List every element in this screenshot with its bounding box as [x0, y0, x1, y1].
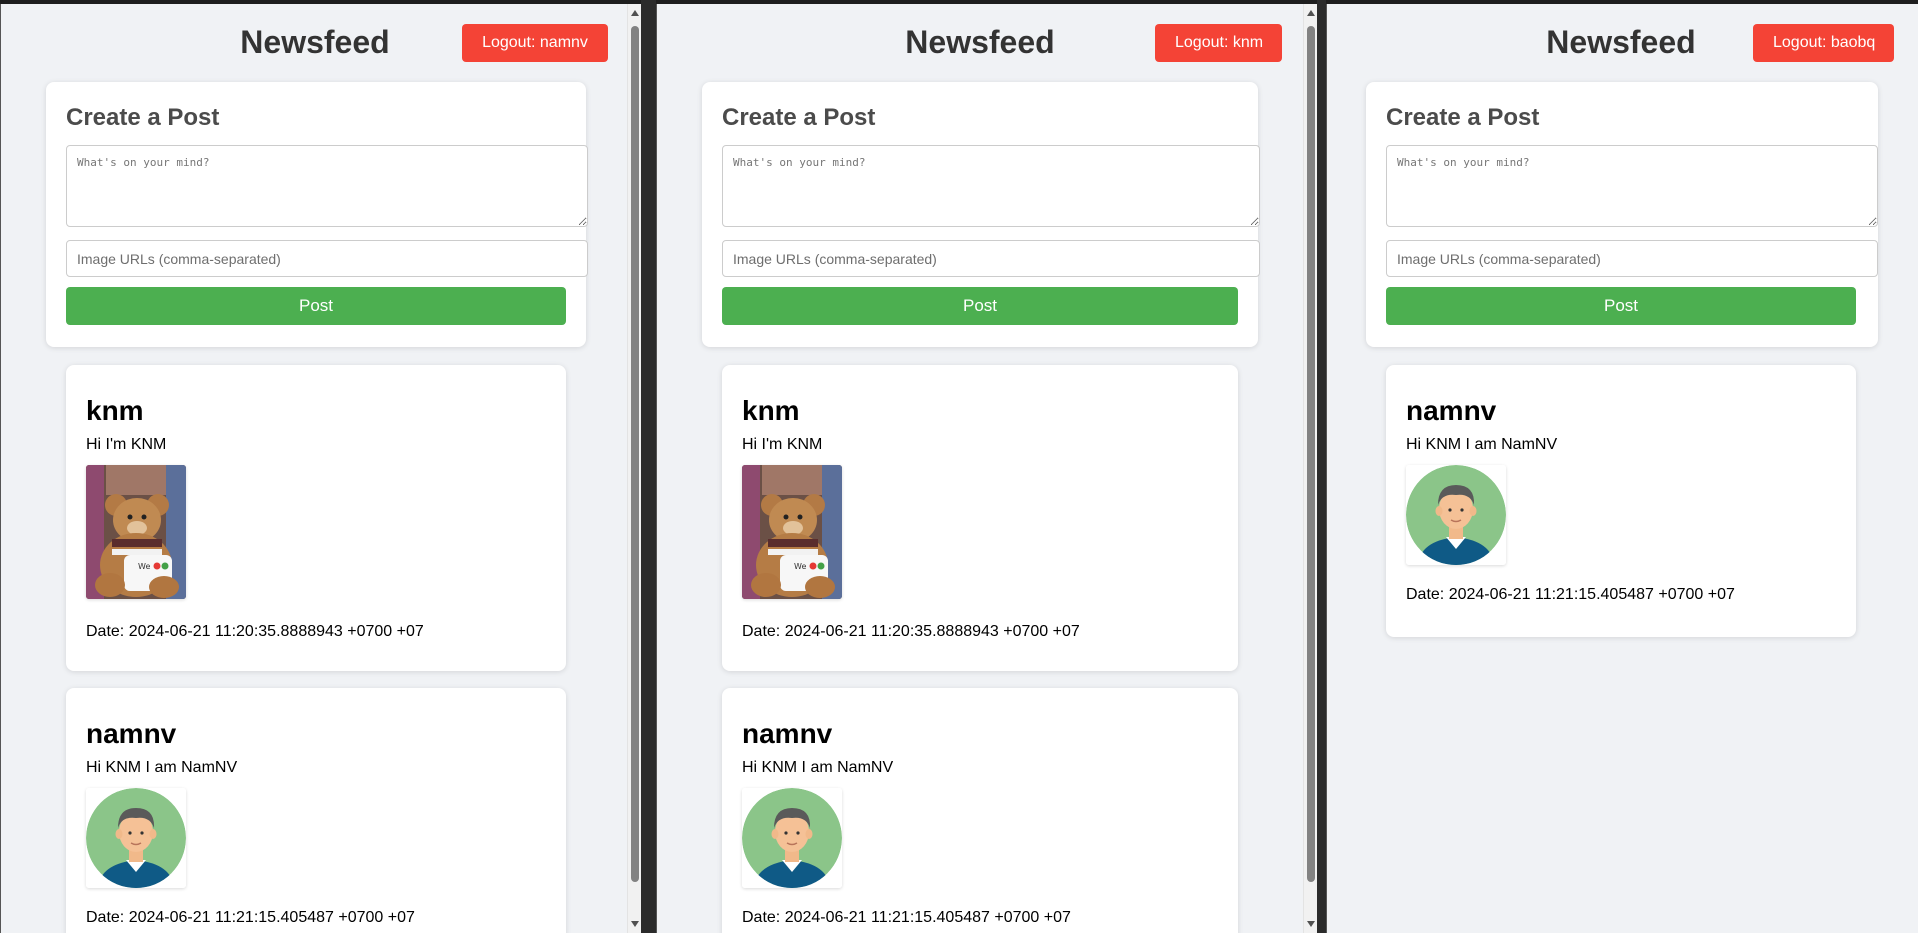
- user-avatar-image: [86, 788, 186, 888]
- logout-button[interactable]: Logout: baobq: [1753, 24, 1894, 62]
- user-avatar-image: [742, 788, 842, 888]
- svg-text:We: We: [794, 562, 806, 571]
- post-button[interactable]: Post: [1386, 287, 1856, 325]
- teddy-bear-image: We: [86, 465, 186, 599]
- scroll-thumb[interactable]: [631, 26, 639, 882]
- scroll-thumb[interactable]: [1307, 26, 1315, 882]
- post-date: Date: 2024-06-21 11:21:15.405487 +0700 +…: [742, 909, 1071, 926]
- post-button[interactable]: Post: [722, 287, 1238, 325]
- post-content-textarea[interactable]: [722, 145, 1260, 227]
- post-button[interactable]: Post: [66, 287, 566, 325]
- scroll-down-arrow-icon[interactable]: [631, 921, 639, 927]
- post-content: Hi KNM I am NamNV: [1406, 436, 1558, 453]
- post-author: namnv: [1406, 395, 1497, 426]
- image-urls-input[interactable]: [1386, 240, 1878, 277]
- post-card: namnv Hi KNM I am NamNV Date: 2024-06-21…: [66, 688, 566, 933]
- create-post-heading: Create a Post: [722, 104, 876, 131]
- create-post-card: Create a Post Post: [1366, 82, 1878, 347]
- post-author: namnv: [742, 718, 833, 749]
- post-author: knm: [86, 395, 144, 426]
- image-urls-input[interactable]: [66, 240, 588, 277]
- svg-text:We: We: [138, 562, 150, 571]
- post-card: knm Hi I'm KNM We Date: 2024-06-21 11:20…: [722, 365, 1238, 671]
- post-content: Hi I'm KNM: [742, 436, 823, 453]
- page-title: Newsfeed: [1546, 24, 1696, 60]
- logout-button[interactable]: Logout: knm: [1155, 24, 1282, 62]
- browser-pane-2: Newsfeed Logout: knm Create a Post Post …: [656, 4, 1318, 933]
- page-title: Newsfeed: [240, 24, 390, 60]
- pane-divider: [1317, 0, 1326, 933]
- post-card: namnv Hi KNM I am NamNV Date: 2024-06-21…: [722, 688, 1238, 933]
- post-author: namnv: [86, 718, 177, 749]
- user-avatar-image: [1406, 465, 1506, 565]
- logout-button[interactable]: Logout: namnv: [462, 24, 608, 62]
- browser-pane-3: Newsfeed Logout: baobq Create a Post Pos…: [1326, 4, 1918, 933]
- image-urls-input[interactable]: [722, 240, 1260, 277]
- create-post-card: Create a Post Post: [46, 82, 588, 347]
- header: Newsfeed Logout: namnv: [1, 4, 642, 82]
- post-date: Date: 2024-06-21 11:20:35.8888943 +0700 …: [86, 623, 424, 640]
- post-date: Date: 2024-06-21 11:20:35.8888943 +0700 …: [742, 623, 1080, 640]
- post-author: knm: [742, 395, 800, 426]
- teddy-bear-image: We: [742, 465, 842, 599]
- scroll-up-arrow-icon[interactable]: [1307, 10, 1315, 16]
- page-title: Newsfeed: [905, 24, 1055, 60]
- pane-divider: [641, 0, 656, 933]
- create-post-heading: Create a Post: [1386, 104, 1540, 131]
- post-card: namnv Hi KNM I am NamNV Date: 2024-06-21…: [1386, 365, 1856, 637]
- post-content: Hi I'm KNM: [86, 436, 167, 453]
- header: Newsfeed Logout: knm: [657, 4, 1318, 82]
- post-content: Hi KNM I am NamNV: [742, 759, 894, 776]
- create-post-card: Create a Post Post: [702, 82, 1260, 347]
- header: Newsfeed Logout: baobq: [1327, 4, 1918, 82]
- scroll-down-arrow-icon[interactable]: [1307, 921, 1315, 927]
- create-post-heading: Create a Post: [66, 104, 220, 131]
- post-content-textarea[interactable]: [66, 145, 588, 227]
- vertical-scrollbar[interactable]: [1303, 4, 1318, 933]
- post-content: Hi KNM I am NamNV: [86, 759, 238, 776]
- browser-pane-1: Newsfeed Logout: namnv Create a Post Pos…: [0, 4, 642, 933]
- post-date: Date: 2024-06-21 11:21:15.405487 +0700 +…: [86, 909, 415, 926]
- post-date: Date: 2024-06-21 11:21:15.405487 +0700 +…: [1406, 586, 1735, 603]
- post-card: knm Hi I'm KNM We Date: 2024-06-21 11:20…: [66, 365, 566, 671]
- scroll-up-arrow-icon[interactable]: [631, 10, 639, 16]
- vertical-scrollbar[interactable]: [627, 4, 642, 933]
- post-content-textarea[interactable]: [1386, 145, 1878, 227]
